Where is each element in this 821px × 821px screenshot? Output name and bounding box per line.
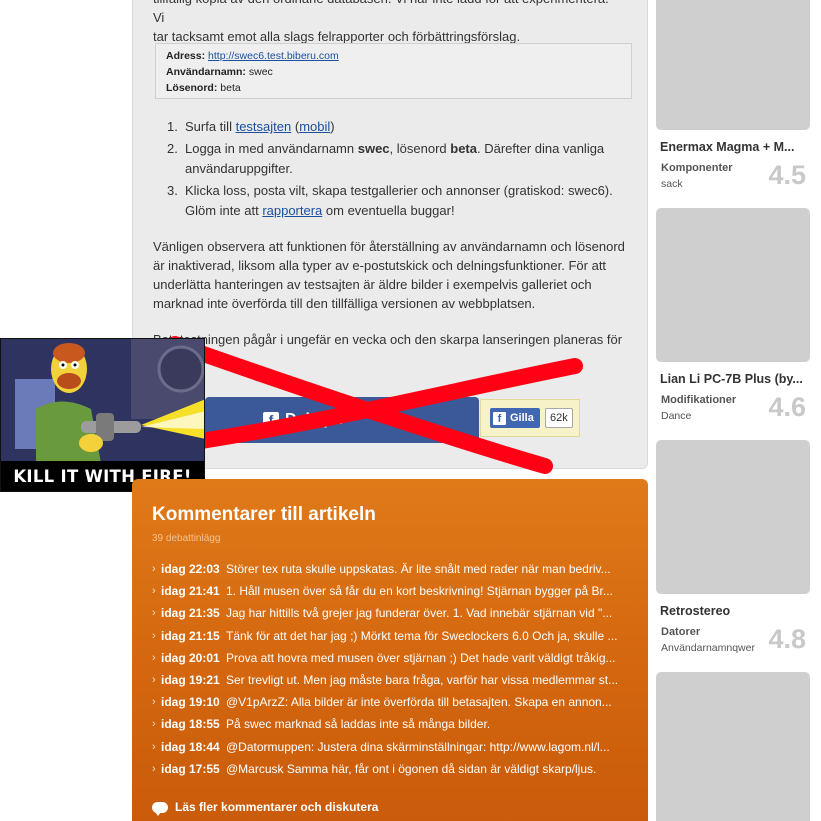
comment-item[interactable]: › idag 21:35 Jag har hittills två grejer j…	[152, 604, 632, 626]
address-label: Adress:	[166, 50, 206, 62]
meme-illustration	[1, 339, 204, 463]
comment-text: @Datormuppen: Justera dina skärminställn…	[226, 739, 610, 754]
comment-text: På swec marknad så laddas inte så många …	[226, 717, 491, 732]
chevron-right-icon: ›	[152, 696, 156, 709]
mobile-link[interactable]: mobil	[299, 119, 330, 134]
product-thumbnail[interactable]	[656, 208, 810, 362]
comment-text: Jag har hittills två grejer jag funderar…	[226, 606, 613, 621]
chevron-right-icon: ›	[152, 563, 156, 575]
product-user: Dance	[661, 410, 692, 422]
comment-text: @V1pArzZ: Alla bilder är inte överförda …	[226, 695, 612, 710]
read-more-label: Läs fler kommentarer och diskutera	[175, 800, 379, 814]
chevron-right-icon: ›	[152, 607, 156, 620]
comment-text: Prova att hovra med musen över stjärnan …	[226, 650, 616, 665]
chevron-right-icon: ›	[152, 629, 156, 642]
comment-time: idag 19:21	[161, 672, 220, 687]
test-credentials-box: Adress: http://swec6.test.biberu.com Anv…	[155, 43, 632, 99]
username-label: Användarnamn:	[166, 66, 246, 78]
step-text: Surfa till	[185, 119, 236, 134]
meme-image: KILL IT WITH FIRE!	[0, 338, 205, 492]
instruction-steps: 1. Surfa till testsajten (mobil) 2. Logg…	[167, 117, 625, 223]
chevron-right-icon: ›	[152, 740, 156, 753]
product-thumbnail[interactable]	[656, 672, 810, 821]
product-card[interactable]	[656, 672, 816, 821]
product-user: Användarnamnqwer	[661, 642, 755, 654]
comment-list: › idag 22:03 Störer tex ruta skulle uppska…	[152, 560, 632, 782]
red-cross-overlay	[167, 336, 583, 474]
product-name[interactable]: Lian Li PC-7B Plus (by...	[660, 372, 810, 386]
product-user: sack	[661, 178, 683, 190]
testsite-link[interactable]: testsajten	[236, 119, 292, 134]
notice-paragraph: Vänligen observera att funktionen för åt…	[153, 239, 625, 311]
product-score: 4.6	[768, 392, 806, 422]
chevron-right-icon: ›	[152, 673, 156, 686]
comment-item[interactable]: › idag 18:55 På swec marknad så laddas int…	[152, 715, 632, 737]
product-card[interactable]: Enermax Magma + M... Komponenter sack 4.…	[656, 0, 816, 190]
comments-card: Kommentarer till artikeln 39 debattinläg…	[132, 479, 648, 821]
comment-text: Ser trevligt ut. Men jag måste bara fråg…	[226, 672, 619, 687]
product-card[interactable]: Retrostereo Datorer Användarnamnqwer 4.8	[656, 440, 816, 654]
comment-text: Tänk för att det har jag ;) Mörkt tema f…	[226, 628, 618, 643]
read-more-comments-link[interactable]: Läs fler kommentarer och diskutera	[152, 800, 379, 816]
step-text: )	[330, 119, 335, 134]
username-value: swec	[248, 66, 273, 78]
comment-item[interactable]: › idag 21:41 1. Håll musen över så får du …	[152, 582, 632, 604]
address-link[interactable]: http://swec6.test.biberu.com	[208, 50, 339, 62]
article-intro: tillfällig kopia av den ordinarie databa…	[153, 0, 623, 46]
comments-count: 39 debattinlägg	[152, 533, 221, 544]
product-category: Komponenter	[661, 162, 733, 174]
comment-time: idag 17:55	[161, 761, 220, 776]
product-name[interactable]: Enermax Magma + M...	[660, 140, 810, 154]
step-number: 2.	[167, 141, 178, 156]
product-card[interactable]: Lian Li PC-7B Plus (by... Modifikationer…	[656, 208, 816, 422]
product-score: 4.5	[768, 160, 806, 190]
step-username: swec	[357, 141, 390, 156]
step-number: 3.	[167, 183, 178, 198]
comment-time: idag 18:44	[161, 739, 220, 754]
product-category: Modifikationer	[661, 394, 737, 406]
comment-time: idag 22:03	[161, 562, 220, 576]
step-1: 1. Surfa till testsajten (mobil)	[167, 117, 625, 137]
speech-bubble-icon	[152, 801, 168, 816]
password-value: beta	[220, 82, 241, 94]
chevron-right-icon: ›	[152, 718, 156, 731]
comment-item[interactable]: › idag 21:15 Tänk för att det har jag ;) M…	[152, 627, 632, 649]
product-name[interactable]: Retrostereo	[660, 604, 810, 618]
comment-item[interactable]: › idag 17:55 @Marcusk Samma här, får ont i…	[152, 760, 632, 782]
comment-time: idag 21:15	[161, 628, 220, 643]
comment-time: idag 20:01	[161, 650, 220, 665]
comment-item[interactable]: › idag 19:10 @V1pArzZ: Alla bilder är inte…	[152, 693, 632, 715]
chevron-right-icon: ›	[152, 762, 156, 775]
step-3: 3. Klicka loss, posta vilt, skapa testga…	[167, 181, 625, 221]
comment-item[interactable]: › idag 18:44 @Datormuppen: Justera dina sk…	[152, 738, 632, 760]
product-score: 4.8	[768, 624, 806, 654]
step-text: Logga in med användarnamn	[185, 141, 358, 156]
step-password: beta	[450, 141, 477, 156]
chevron-right-icon: ›	[152, 651, 156, 664]
comment-time: idag 18:55	[161, 717, 220, 732]
comment-text: @Marcusk Samma här, får ont i ögonen då …	[226, 761, 597, 776]
product-thumbnail[interactable]	[656, 440, 810, 594]
comment-time: idag 21:35	[161, 606, 220, 621]
comment-time: idag 21:41	[161, 584, 220, 599]
comment-item[interactable]: › idag 22:03 Störer tex ruta skulle uppska…	[152, 560, 632, 582]
comment-item[interactable]: › idag 20:01 Prova att hovra med musen öve…	[152, 649, 632, 671]
comment-item[interactable]: › idag 19:21 Ser trevligt ut. Men jag måst…	[152, 671, 632, 693]
report-link[interactable]: rapportera	[262, 203, 322, 218]
intro-line-1: tillfällig kopia av den ordinarie databa…	[153, 0, 609, 25]
step-text: (	[291, 119, 300, 134]
step-2: 2. Logga in med användarnamn swec, lösen…	[167, 139, 625, 179]
comment-time: idag 19:10	[161, 695, 220, 710]
step-text: , lösenord	[389, 141, 451, 156]
comment-text: 1. Håll musen över så får du en kort bes…	[226, 584, 613, 599]
comments-title: Kommentarer till artikeln	[152, 504, 376, 525]
password-label: Lösenord:	[166, 82, 218, 94]
step-text: om eventuella buggar!	[322, 203, 455, 218]
step-number: 1.	[167, 119, 178, 134]
comment-text: Störer tex ruta skulle uppskatas. Är lit…	[226, 562, 611, 576]
product-thumbnail[interactable]	[656, 0, 810, 130]
product-category: Datorer	[661, 626, 701, 638]
chevron-right-icon: ›	[152, 585, 156, 598]
